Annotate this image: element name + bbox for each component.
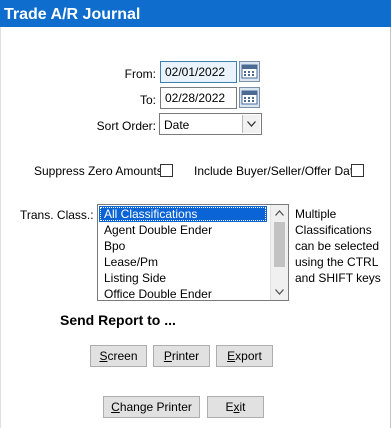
- listbox-scrollbar[interactable]: [270, 205, 288, 300]
- change-printer-label: hange Printer: [119, 400, 192, 414]
- sort-order-label: Sort Order:: [96, 119, 156, 133]
- exit-button[interactable]: Exit: [207, 396, 264, 418]
- hint-line: Multiple: [295, 207, 337, 221]
- list-item[interactable]: Agent Double Ender: [99, 222, 267, 238]
- include-buyer-seller-label: Include Buyer/Seller/Offer Date:: [194, 164, 364, 178]
- to-date-input[interactable]: 02/28/2022: [160, 87, 237, 109]
- export-accel: E: [227, 349, 236, 363]
- scroll-down-icon[interactable]: [271, 284, 288, 300]
- exit-label-pre: E: [225, 400, 234, 414]
- from-label: From:: [124, 67, 156, 81]
- trans-class-listbox[interactable]: All Classifications Agent Double Ender B…: [97, 204, 289, 301]
- hint-line: can be selected: [295, 239, 380, 253]
- suppress-zero-checkbox[interactable]: [160, 164, 173, 177]
- scrollbar-thumb[interactable]: [274, 222, 285, 267]
- screen-button[interactable]: Screen: [90, 345, 147, 367]
- change-printer-accel: C: [111, 400, 120, 414]
- list-item[interactable]: Listing Side: [99, 270, 267, 286]
- hint-line: using the CTRL: [295, 255, 379, 269]
- suppress-zero-label: Suppress Zero Amounts:: [34, 164, 167, 178]
- from-calendar-button[interactable]: [239, 61, 260, 82]
- list-item[interactable]: Office Double Ender: [99, 286, 267, 300]
- hint-line: and SHIFT keys: [295, 271, 381, 285]
- list-item[interactable]: All Classifications: [99, 206, 267, 222]
- sort-order-value: Date: [164, 118, 190, 132]
- calendar-icon: [241, 90, 258, 105]
- export-button[interactable]: Export: [216, 345, 273, 367]
- printer-accel: P: [163, 349, 172, 363]
- list-item[interactable]: Lease/Pm: [99, 254, 267, 270]
- list-item[interactable]: Bpo: [99, 238, 267, 254]
- sort-order-select[interactable]: Date: [159, 113, 262, 135]
- export-label: xport: [235, 349, 262, 363]
- chevron-down-icon[interactable]: [242, 115, 260, 133]
- change-printer-button[interactable]: Change Printer: [103, 396, 200, 418]
- hint-line: Classifications: [295, 223, 372, 237]
- include-buyer-seller-checkbox[interactable]: [351, 164, 364, 177]
- to-calendar-button[interactable]: [239, 87, 260, 108]
- multi-select-hint: Multiple Classifications can be selected…: [295, 206, 385, 286]
- send-report-heading: Send Report to ...: [60, 312, 176, 328]
- exit-label-post: it: [239, 400, 246, 414]
- printer-label: rinter: [171, 349, 200, 363]
- calendar-icon: [241, 64, 258, 79]
- window-title: Trade A/R Journal: [0, 0, 391, 27]
- scroll-up-icon[interactable]: [271, 205, 288, 221]
- to-label: To:: [139, 93, 156, 107]
- screen-label: creen: [107, 349, 138, 363]
- window-left-border: [0, 27, 1, 428]
- from-date-input[interactable]: 02/01/2022: [160, 61, 237, 83]
- printer-button[interactable]: Printer: [153, 345, 210, 367]
- trans-class-label: Trans. Class.:: [20, 208, 94, 222]
